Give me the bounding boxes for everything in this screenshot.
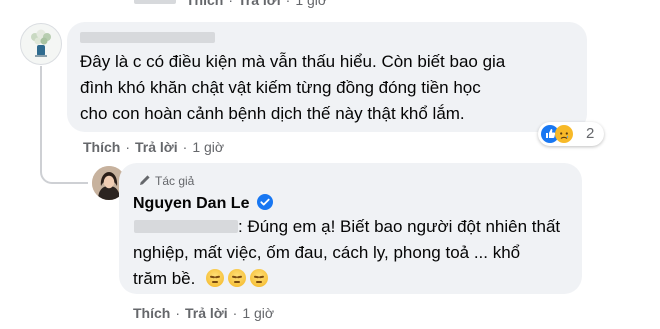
- comment-text-line: cho con hoàn cảnh bệnh dịch thế này thật…: [80, 104, 465, 123]
- pencil-icon: [140, 175, 150, 185]
- reply-link[interactable]: Trả lời: [135, 139, 178, 155]
- reply-link[interactable]: Trả lời: [238, 0, 281, 8]
- comment-text: Đây là c có điều kiện mà vẫn thấu hiểu. …: [80, 49, 505, 127]
- reply-text-line: trăm bề.: [133, 266, 560, 292]
- author-name[interactable]: Nguyen Dan Le: [133, 195, 249, 212]
- thread-connector: [40, 160, 88, 184]
- author-badge: Tác giả: [139, 174, 194, 188]
- avatar[interactable]: [20, 23, 62, 65]
- reactions-summary[interactable]: 2: [538, 122, 604, 146]
- timestamp[interactable]: 1 giờ: [242, 305, 274, 321]
- author-badge-label: Tác giả: [155, 174, 195, 188]
- reply-link[interactable]: Trả lời: [185, 305, 228, 321]
- like-link[interactable]: Thích: [133, 305, 170, 321]
- verified-badge-icon: [256, 194, 273, 210]
- pensive-emoji: [206, 269, 225, 287]
- redacted-username: [134, 0, 176, 4]
- reaction-count: 2: [586, 125, 595, 142]
- sad-icon: [555, 125, 573, 143]
- comment-text-line: Đây là c có điều kiện mà vẫn thấu hiểu. …: [80, 52, 506, 71]
- redacted-username: [80, 32, 215, 43]
- pensive-emoji: [250, 269, 269, 287]
- like-link[interactable]: Thích: [83, 139, 120, 155]
- comment-actions: Thích · Trả lời · 1 giờ: [83, 139, 225, 155]
- timestamp[interactable]: 1 giờ: [192, 139, 224, 155]
- reply-actions: Thích · Trả lời · 1 giờ: [133, 305, 275, 321]
- top-comment-actions: Thích · Trả lời · 1 giờ: [186, 0, 327, 8]
- flower-vase-icon: [31, 29, 51, 57]
- author-name-row: Nguyen Dan Le: [133, 194, 273, 213]
- like-link[interactable]: Thích: [186, 0, 223, 8]
- thread-line: [40, 66, 42, 172]
- reply-text-tail: trăm bề.: [133, 269, 196, 288]
- reply-text: : Đúng em ạ! Biết bao người đột nhiên th…: [133, 214, 560, 292]
- reply-text-line: : Đúng em ạ! Biết bao người đột nhiên th…: [238, 217, 561, 236]
- reply-text-line: nghiệp, mất việc, ốm đau, cách ly, phong…: [133, 243, 521, 262]
- timestamp[interactable]: 1 giờ: [295, 0, 327, 8]
- comment-text-line: đình khó khăn chật vật kiếm từng đồng đó…: [80, 78, 481, 97]
- pensive-emoji: [228, 269, 247, 287]
